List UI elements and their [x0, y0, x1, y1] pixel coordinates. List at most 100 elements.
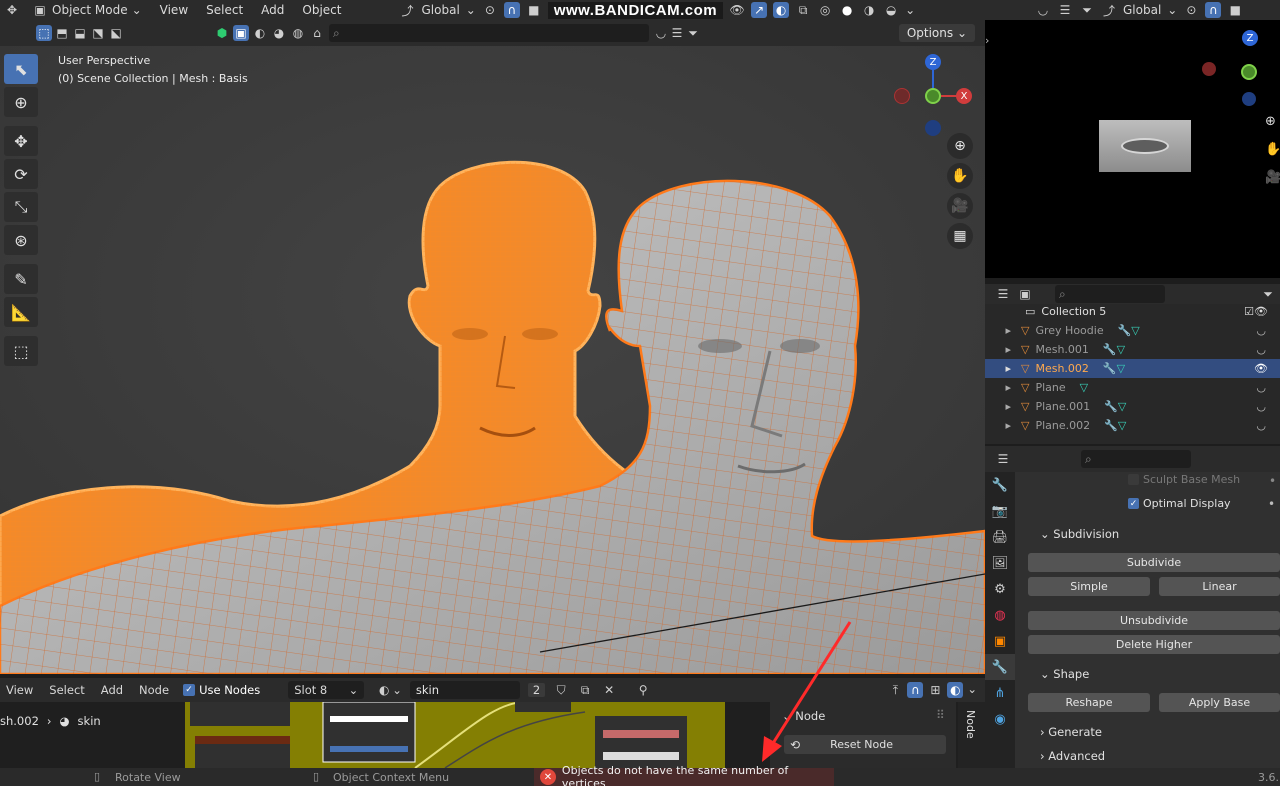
camera-icon[interactable]: 🎥 — [947, 193, 973, 219]
sync-icon[interactable]: ◡ — [1035, 2, 1051, 18]
chevron-right-icon[interactable]: › — [985, 34, 989, 47]
pan-hand-icon[interactable]: ✋ — [947, 163, 973, 189]
optimal-display-checkbox[interactable]: ✓ — [1128, 498, 1139, 509]
object-type-icon[interactable]: ⬢ — [214, 25, 230, 41]
snap-target-icon[interactable]: ■ — [1227, 2, 1243, 18]
snap-icon[interactable]: ∩ — [503, 2, 520, 18]
filter-icon[interactable]: ⏷ — [1260, 286, 1276, 302]
slot-selector[interactable]: Slot 8 ⌄ — [288, 681, 365, 699]
world-filter-icon[interactable]: ◍ — [290, 25, 306, 41]
pivot-icon[interactable]: ⊙ — [482, 2, 498, 18]
zoom-icon[interactable]: ⊕ — [1265, 114, 1276, 129]
gizmo-icon[interactable]: ↗ — [751, 2, 768, 18]
outliner-display-icon[interactable]: ☰ — [995, 286, 1011, 302]
advanced-section[interactable]: › Advanced — [1040, 749, 1105, 763]
shading-filter-icon[interactable]: ◐ — [252, 25, 268, 41]
menu-select[interactable]: Select — [200, 3, 249, 17]
display-mode-icon[interactable]: ☰ — [1057, 2, 1073, 18]
select-box-icon[interactable]: ⬚ — [36, 25, 52, 41]
outliner-item[interactable]: ▸ ▽ Mesh.001 🔧 ▽ ◡ — [985, 340, 1280, 359]
expand-icon[interactable]: ▸ — [985, 343, 1011, 356]
snap-element-icon[interactable]: ⊞ — [927, 682, 943, 698]
checkbox-icon[interactable]: ☑ — [1244, 305, 1254, 318]
display-mode-icon[interactable]: ☰ — [669, 25, 685, 41]
view-layer-tab-icon[interactable]: 🖼 — [985, 550, 1015, 576]
grid-icon[interactable]: ▦ — [947, 223, 973, 249]
fake-user-shield-icon[interactable]: ⛉ — [553, 682, 569, 698]
subdivision-section[interactable]: ⌄ Subdivision — [1040, 527, 1119, 541]
physics-tab-icon[interactable]: ◉ — [985, 706, 1015, 732]
asset-search-input[interactable]: ⌕ — [329, 24, 649, 42]
node-editor-canvas[interactable]: sh.002 › ◕ skin ⌄ Node ⠿ ⟲ Reset Node No… — [0, 621, 985, 768]
menu-view[interactable]: View — [154, 3, 194, 17]
expand-icon[interactable]: ▸ — [985, 381, 1011, 394]
menu-object[interactable]: Object — [296, 3, 347, 17]
eye-closed-icon[interactable]: ◡ — [1256, 381, 1266, 394]
close-icon[interactable]: ✕ — [601, 682, 617, 698]
eye-closed-icon[interactable]: ◡ — [1256, 400, 1266, 413]
use-nodes-toggle[interactable]: ✓ Use Nodes — [183, 683, 260, 697]
linear-button[interactable]: Linear — [1159, 577, 1280, 596]
mesh-filter-icon[interactable]: ▣ — [233, 25, 249, 41]
secondary-viewport[interactable]: › Z ⊕ ✋ 🎥 — [985, 20, 1280, 278]
chevron-down-icon[interactable]: ⌄ — [967, 682, 977, 698]
node-tab[interactable]: Node — [964, 710, 977, 739]
orientation-selector[interactable]: Global — [422, 3, 460, 17]
render-tab-icon[interactable]: 📷 — [985, 498, 1015, 524]
pan-hand-icon[interactable]: ✋ — [1265, 142, 1280, 157]
building-filter-icon[interactable]: ⌂ — [309, 25, 325, 41]
modifier-tab-icon[interactable]: 🔧 — [985, 654, 1015, 680]
duplicate-icon[interactable]: ⧉ — [577, 682, 593, 698]
shape-section[interactable]: ⌄ Shape — [1040, 667, 1089, 681]
orientation-selector[interactable]: Global — [1123, 3, 1161, 17]
gizmo-neg-z-axis[interactable] — [925, 120, 941, 136]
unsubdivide-button[interactable]: Unsubdivide — [1028, 611, 1280, 630]
outliner-item-selected[interactable]: ▸ ▽ Mesh.002 🔧 ▽ 👁 — [985, 359, 1280, 378]
gizmo-y-axis[interactable] — [1241, 64, 1257, 80]
expand-icon[interactable]: ▸ — [985, 400, 1011, 413]
move-tool-icon[interactable]: ✥ — [4, 126, 38, 156]
cursor-tool-icon[interactable]: ⊕ — [4, 87, 38, 117]
visibility-icon[interactable]: 👁 — [729, 2, 745, 18]
material-users-count[interactable]: 2 — [527, 683, 546, 697]
solid-shading-icon[interactable]: ● — [839, 2, 855, 18]
3d-viewport[interactable]: User Perspective (0) Scene Collection | … — [0, 46, 985, 674]
filter-icon[interactable]: ⏷ — [1079, 2, 1095, 18]
filter-icon[interactable]: ⏷ — [685, 25, 701, 41]
select-invert-icon[interactable]: ⬔ — [90, 25, 106, 41]
object-tab-icon[interactable]: ▣ — [985, 628, 1015, 654]
simple-button[interactable]: Simple — [1028, 577, 1150, 596]
navigation-gizmo[interactable]: Z X — [890, 50, 980, 140]
wireframe-shading-icon[interactable]: ◎ — [817, 2, 833, 18]
zoom-icon[interactable]: ⊕ — [947, 133, 973, 159]
delete-higher-button[interactable]: Delete Higher — [1028, 635, 1280, 654]
rendered-shading-icon[interactable]: ◒ — [883, 2, 899, 18]
xray-icon[interactable]: ⧉ — [795, 2, 811, 18]
sync-icon[interactable]: ◡ — [653, 25, 669, 41]
expand-icon[interactable]: ▸ — [985, 419, 1011, 432]
properties-search-input[interactable]: ⌕ — [1081, 450, 1191, 468]
overlay-icon[interactable]: ◐ — [773, 2, 790, 18]
material-shading-icon[interactable]: ◑ — [861, 2, 877, 18]
node-menu-add[interactable]: Add — [101, 683, 123, 697]
node-menu-select[interactable]: Select — [49, 683, 84, 697]
node-menu-view[interactable]: View — [6, 683, 33, 697]
snap-icon[interactable]: ∩ — [1205, 2, 1222, 18]
menu-add[interactable]: Add — [255, 3, 290, 17]
reshape-button[interactable]: Reshape — [1028, 693, 1150, 712]
scale-tool-icon[interactable]: ⤡ — [4, 192, 38, 222]
select-intersect-icon[interactable]: ⬕ — [108, 25, 124, 41]
gizmo-neg-x-axis[interactable] — [1202, 62, 1216, 76]
generate-section[interactable]: › Generate — [1040, 725, 1102, 739]
tool-tab-icon[interactable]: 🔧 — [985, 472, 1015, 498]
eye-closed-icon[interactable]: ◡ — [1256, 419, 1266, 432]
outliner-item[interactable]: ▸ ▽ Plane.002 🔧 ▽ ◡ — [985, 416, 1280, 435]
outliner-search-input[interactable]: ⌕ — [1055, 285, 1165, 303]
parent-node-tree-icon[interactable]: ⤒ — [887, 682, 903, 698]
gizmo-neg-x-axis[interactable] — [894, 88, 910, 104]
transform-tool-icon[interactable]: ⊛ — [4, 225, 38, 255]
material-browse[interactable]: ◐ ⌄ — [376, 682, 402, 698]
select-extend-icon[interactable]: ⬒ — [54, 25, 70, 41]
expand-icon[interactable]: ▸ — [985, 362, 1011, 375]
world-tab-icon[interactable]: ◍ — [985, 602, 1015, 628]
